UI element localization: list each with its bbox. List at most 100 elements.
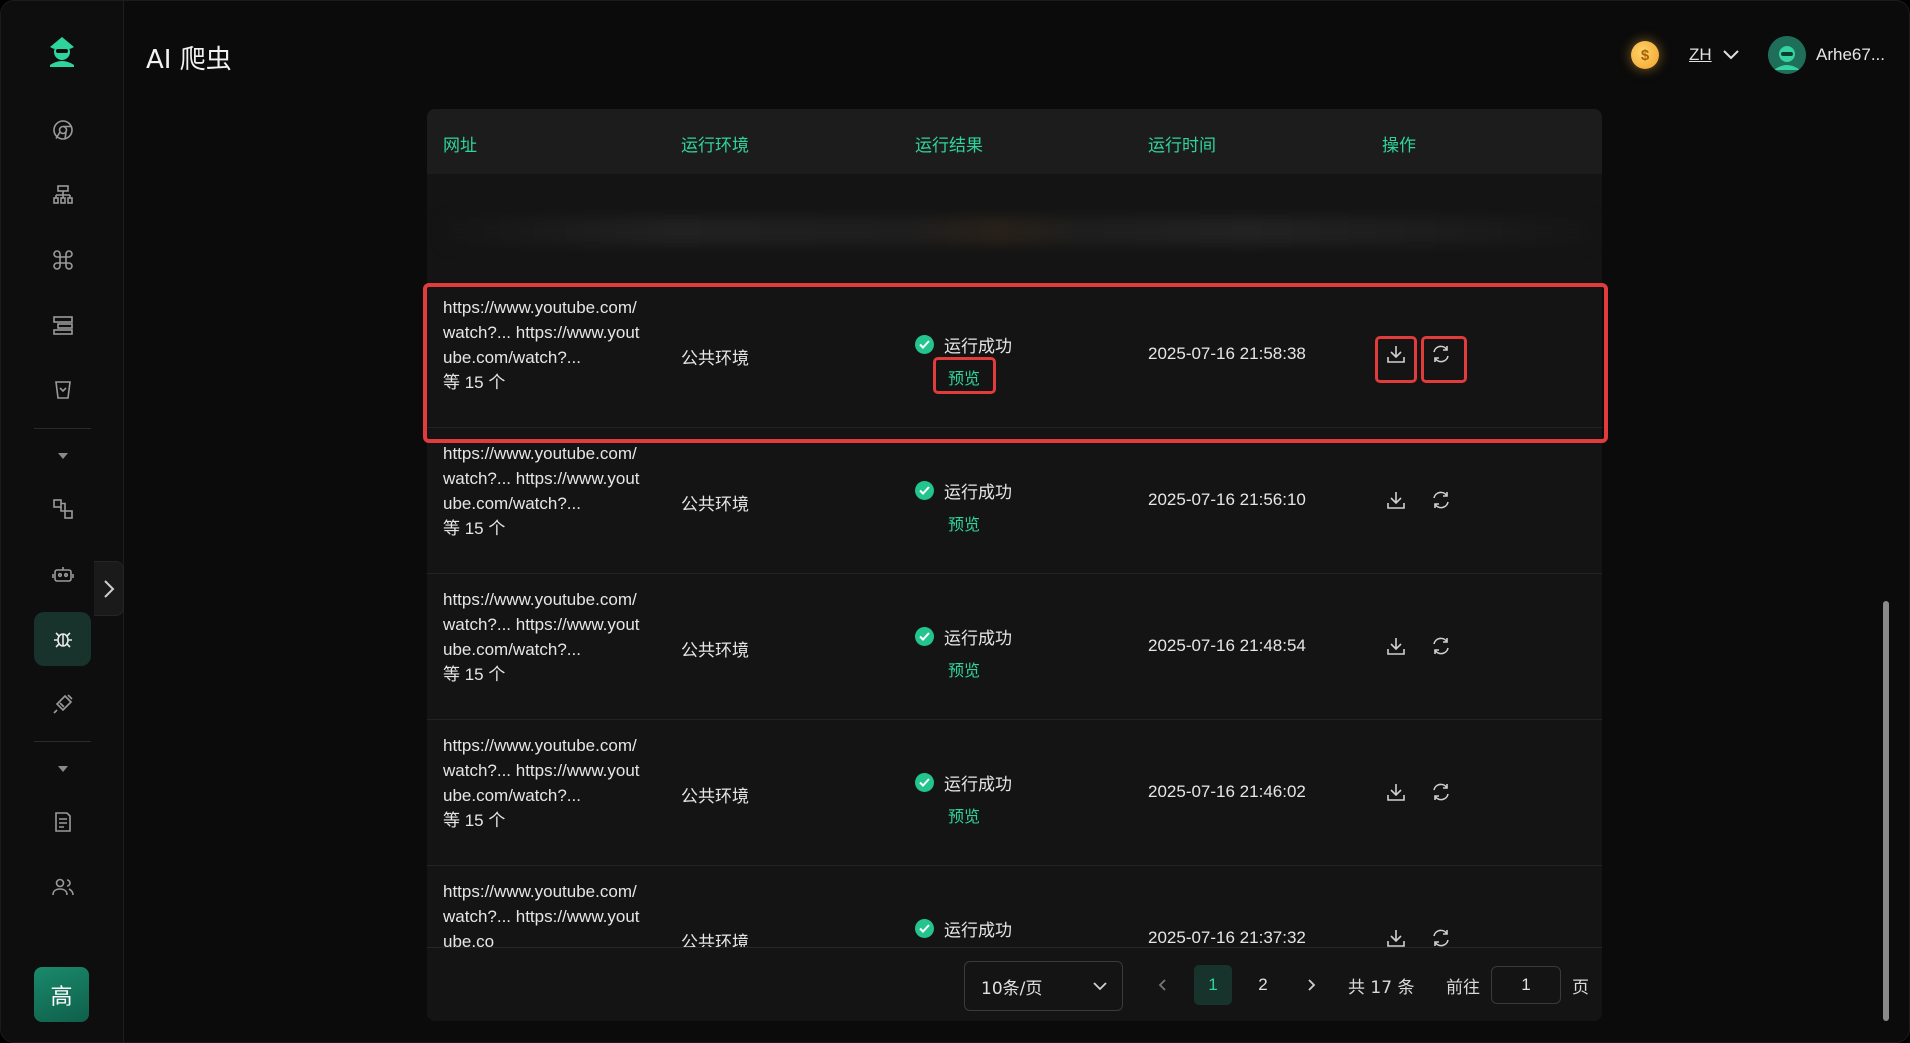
nav-plugin[interactable] bbox=[34, 677, 91, 731]
row-time: 2025-07-16 21:56:10 bbox=[1148, 490, 1306, 509]
download-button[interactable] bbox=[1382, 486, 1410, 514]
chevron-right-icon bbox=[103, 579, 114, 598]
download-icon bbox=[1387, 346, 1405, 363]
row-url-count: 等 15 个 bbox=[443, 665, 506, 684]
download-icon bbox=[1387, 638, 1405, 655]
nav-chrome[interactable] bbox=[34, 103, 91, 157]
chrome-icon bbox=[52, 120, 73, 140]
column-header-result: 运行结果 bbox=[915, 136, 983, 156]
scrollbar[interactable] bbox=[1883, 601, 1889, 1021]
page-button-1[interactable]: 1 bbox=[1194, 965, 1232, 1005]
row-result: 运行成功 预览 bbox=[915, 332, 1012, 389]
avatar[interactable] bbox=[1768, 36, 1806, 74]
column-header-env: 运行环境 bbox=[681, 136, 749, 156]
download-icon bbox=[1387, 930, 1405, 947]
rerun-button[interactable] bbox=[1427, 340, 1455, 368]
nav-robot[interactable] bbox=[34, 547, 91, 601]
status-text: 运行成功 bbox=[944, 483, 1012, 503]
chevron-down-icon bbox=[1093, 982, 1107, 991]
success-check-icon bbox=[915, 335, 934, 354]
refresh-icon bbox=[1433, 345, 1449, 363]
caret-down-icon[interactable] bbox=[56, 764, 70, 774]
row-url-text: https://www.youtube.com/watch?... https:… bbox=[443, 736, 640, 805]
row-time: 2025-07-16 21:37:32 bbox=[1148, 928, 1306, 947]
success-check-icon bbox=[915, 627, 934, 646]
table-header: 网址 运行环境 运行结果 运行时间 操作 bbox=[427, 109, 1602, 174]
rerun-button[interactable] bbox=[1427, 778, 1455, 806]
success-check-icon bbox=[915, 481, 934, 500]
preview-link[interactable]: 预览 bbox=[948, 511, 980, 535]
table-row: https://www.youtube.com/watch?... https:… bbox=[427, 720, 1602, 866]
preview-link[interactable]: 预览 bbox=[948, 803, 980, 827]
row-result: 运行成功 预览 bbox=[915, 478, 1012, 535]
row-url[interactable]: https://www.youtube.com/watch?... https:… bbox=[443, 441, 648, 541]
row-url-count: 等 15 个 bbox=[443, 373, 506, 392]
page-button-2[interactable]: 2 bbox=[1251, 965, 1275, 1005]
chevron-left-icon bbox=[1158, 979, 1166, 991]
download-button[interactable] bbox=[1382, 340, 1410, 368]
row-result: 运行成功 bbox=[915, 916, 1012, 941]
sidebar-expand-button[interactable] bbox=[94, 561, 124, 616]
nav-flow[interactable] bbox=[34, 482, 91, 536]
nav-command[interactable] bbox=[34, 233, 91, 287]
rerun-button[interactable] bbox=[1427, 632, 1455, 660]
total-count: 共 17 条 bbox=[1348, 978, 1415, 998]
goto-page-input[interactable] bbox=[1491, 966, 1561, 1004]
prev-page-button[interactable] bbox=[1151, 965, 1173, 1005]
logo-icon[interactable] bbox=[44, 35, 80, 69]
preview-link[interactable]: 预览 bbox=[948, 657, 980, 681]
sidebar: 高 bbox=[1, 1, 124, 1042]
row-url[interactable]: https://www.youtube.com/watch?... https:… bbox=[443, 587, 648, 687]
success-check-icon bbox=[915, 919, 934, 938]
refresh-icon bbox=[1433, 783, 1449, 801]
table-row: https://www.youtube.com/watch?... https:… bbox=[427, 574, 1602, 720]
nav-docs[interactable] bbox=[34, 795, 91, 849]
column-header-actions: 操作 bbox=[1382, 136, 1416, 156]
caret-down-icon[interactable] bbox=[56, 451, 70, 461]
status-text: 运行成功 bbox=[944, 337, 1012, 357]
plan-badge[interactable]: 高 bbox=[34, 967, 89, 1022]
username[interactable]: Arhe67... bbox=[1816, 45, 1885, 65]
status-text: 运行成功 bbox=[944, 921, 1012, 941]
nav-sitemap[interactable] bbox=[34, 168, 91, 222]
page-size-select[interactable]: 10条/页 bbox=[964, 961, 1123, 1011]
row-time: 2025-07-16 21:48:54 bbox=[1148, 636, 1306, 655]
refresh-icon bbox=[1433, 929, 1449, 947]
bug-icon bbox=[53, 632, 72, 648]
command-icon bbox=[52, 250, 73, 270]
crawl-results-table: 网址 运行环境 运行结果 运行时间 操作 https://www.youtube… bbox=[427, 109, 1602, 1021]
preview-link[interactable]: 预览 bbox=[948, 365, 980, 389]
row-url-text: https://www.youtube.com/watch?... https:… bbox=[443, 444, 640, 513]
row-time: 2025-07-16 21:58:38 bbox=[1148, 344, 1306, 363]
document-icon bbox=[54, 812, 71, 832]
layout-icon bbox=[52, 316, 73, 335]
row-url[interactable]: https://www.youtube.com/watch?... https:… bbox=[443, 295, 648, 395]
row-env: 公共环境 bbox=[681, 641, 749, 661]
download-button[interactable] bbox=[1382, 632, 1410, 660]
tag-icon bbox=[54, 381, 71, 399]
download-button[interactable] bbox=[1382, 778, 1410, 806]
success-check-icon bbox=[915, 773, 934, 792]
row-url[interactable]: https://www.youtube.com/watch?... https:… bbox=[443, 733, 648, 833]
language-label: ZH bbox=[1689, 45, 1712, 64]
row-env: 公共环境 bbox=[681, 349, 749, 369]
next-page-button[interactable] bbox=[1301, 965, 1323, 1005]
status-text: 运行成功 bbox=[944, 629, 1012, 649]
refresh-icon bbox=[1433, 637, 1449, 655]
rerun-button[interactable] bbox=[1427, 486, 1455, 514]
row-url-count: 等 15 个 bbox=[443, 811, 506, 830]
nav-crawler[interactable] bbox=[34, 612, 91, 666]
app-window: 高 AI 爬虫 $ ZH Arhe67... 网址 运行环境 运行结果 运行时间… bbox=[0, 0, 1910, 1043]
row-time: 2025-07-16 21:46:02 bbox=[1148, 782, 1306, 801]
nav-layout[interactable] bbox=[34, 298, 91, 352]
coin-icon[interactable]: $ bbox=[1631, 41, 1659, 69]
download-icon bbox=[1387, 784, 1405, 801]
nav-users[interactable] bbox=[34, 860, 91, 914]
row-url-text: https://www.youtube.com/watch?... https:… bbox=[443, 298, 640, 367]
sidebar-divider bbox=[34, 741, 91, 742]
chevron-down-icon bbox=[1722, 50, 1739, 60]
page-suffix: 页 bbox=[1572, 978, 1589, 998]
language-selector[interactable]: ZH bbox=[1689, 45, 1740, 65]
row-url[interactable]: https://www.youtube.com/watch?... https:… bbox=[443, 879, 648, 954]
nav-tag[interactable] bbox=[34, 363, 91, 417]
